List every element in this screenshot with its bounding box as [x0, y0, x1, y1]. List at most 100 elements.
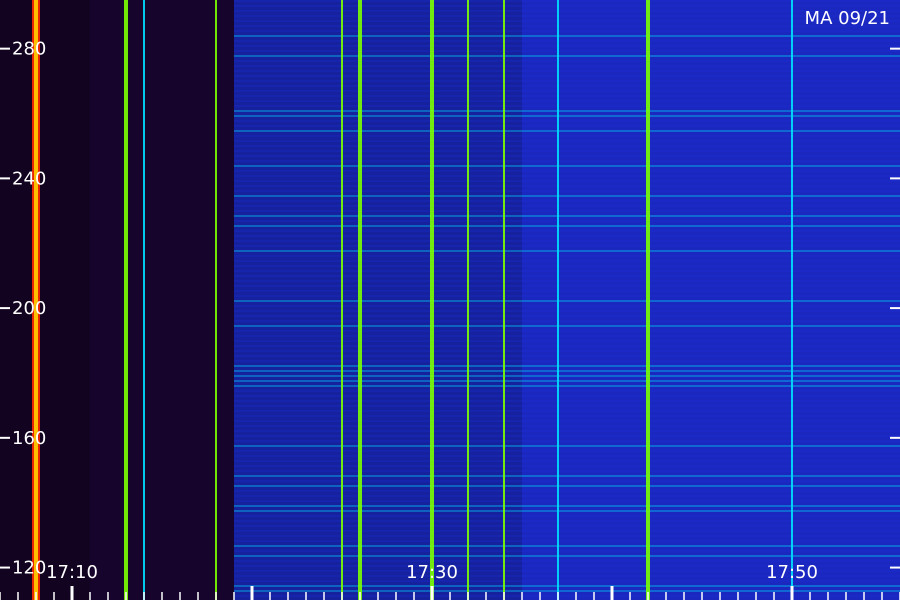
frequency-band: [234, 70, 900, 72]
frequency-band: [234, 420, 900, 422]
frequency-band: [234, 35, 900, 37]
frequency-band: [234, 265, 900, 267]
frequency-band: [234, 50, 900, 52]
burst-line: [215, 0, 217, 600]
frequency-band: [234, 585, 900, 587]
frequency-band: [234, 455, 900, 457]
frequency-band: [234, 315, 900, 317]
burst-line: [143, 0, 145, 600]
frequency-band: [234, 80, 900, 82]
frequency-band: [234, 205, 900, 207]
spectrogram: 280 240 200 160 120 17:10 17:30 17:50 MA 09/21: [0, 0, 900, 600]
frequency-band: [234, 240, 900, 242]
frequency-band: [234, 0, 900, 2]
frequency-band: [234, 25, 900, 27]
frequency-band: [234, 375, 900, 377]
frequency-band: [234, 30, 900, 32]
frequency-band: [234, 310, 900, 312]
frequency-band: [234, 535, 900, 537]
burst-line: [646, 0, 650, 600]
frequency-band: [234, 505, 900, 507]
y-tick-label: 160: [12, 428, 46, 449]
frequency-band: [234, 440, 900, 442]
frequency-band: [234, 120, 900, 122]
frequency-band: [234, 285, 900, 287]
frequency-band: [234, 385, 900, 387]
frequency-band: [234, 590, 900, 592]
y-tick-label: 200: [12, 298, 46, 319]
frequency-band: [234, 90, 900, 92]
burst-line: [791, 0, 793, 600]
frequency-band: [234, 335, 900, 337]
frequency-band: [234, 415, 900, 417]
frequency-band: [234, 60, 900, 62]
frequency-band: [234, 525, 900, 527]
burst-line: [124, 0, 128, 600]
frequency-band: [234, 100, 900, 102]
frequency-band: [234, 515, 900, 517]
frequency-band: [234, 250, 900, 252]
frequency-band: [234, 435, 900, 437]
frequency-band: [234, 130, 900, 132]
frequency-band: [234, 10, 900, 12]
frequency-band: [234, 290, 900, 292]
frequency-band: [234, 195, 900, 197]
frequency-band: [234, 330, 900, 332]
burst-line: [358, 0, 362, 600]
frequency-band: [234, 55, 900, 57]
frequency-band: [234, 325, 900, 327]
frequency-band: [234, 140, 900, 142]
frequency-band: [234, 15, 900, 17]
frequency-band: [234, 410, 900, 412]
station-label: MA 09/21: [805, 8, 890, 29]
frequency-band: [234, 475, 900, 477]
frequency-band: [234, 320, 900, 322]
frequency-band: [234, 280, 900, 282]
frequency-band: [234, 105, 900, 107]
frequency-band: [234, 40, 900, 42]
frequency-band: [234, 20, 900, 22]
frequency-band: [234, 510, 900, 512]
frequency-band: [234, 425, 900, 427]
burst-line: [430, 0, 434, 600]
frequency-band: [234, 75, 900, 77]
frequency-band: [234, 260, 900, 262]
burst-line: [557, 0, 559, 600]
frequency-band: [234, 150, 900, 152]
frequency-band: [234, 550, 900, 552]
burst-line: [503, 0, 505, 600]
frequency-band: [234, 210, 900, 212]
frequency-band: [234, 485, 900, 487]
x-tick-label: 17:10: [46, 562, 98, 583]
frequency-band: [234, 295, 900, 297]
frequency-band: [234, 115, 900, 117]
frequency-band: [234, 220, 900, 222]
frequency-band: [234, 165, 900, 167]
frequency-band: [234, 540, 900, 542]
frequency-band: [234, 200, 900, 202]
frequency-band: [234, 340, 900, 342]
frequency-band: [234, 495, 900, 497]
frequency-band: [234, 430, 900, 432]
frequency-band: [234, 520, 900, 522]
frequency-band: [234, 125, 900, 127]
x-tick-label: 17:50: [766, 562, 818, 583]
frequency-band: [234, 110, 900, 112]
frequency-band: [234, 235, 900, 237]
frequency-band: [234, 450, 900, 452]
frequency-band: [234, 135, 900, 137]
frequency-band: [234, 390, 900, 392]
frequency-band: [234, 350, 900, 352]
y-tick-label: 280: [12, 39, 46, 60]
frequency-band: [234, 400, 900, 402]
frequency-band: [234, 470, 900, 472]
intensity-region: [90, 0, 234, 600]
frequency-band: [234, 355, 900, 357]
frequency-band: [234, 185, 900, 187]
frequency-band: [234, 300, 900, 302]
frequency-band: [234, 85, 900, 87]
frequency-band: [234, 175, 900, 177]
frequency-band: [234, 245, 900, 247]
frequency-band: [234, 365, 900, 367]
frequency-band: [234, 170, 900, 172]
